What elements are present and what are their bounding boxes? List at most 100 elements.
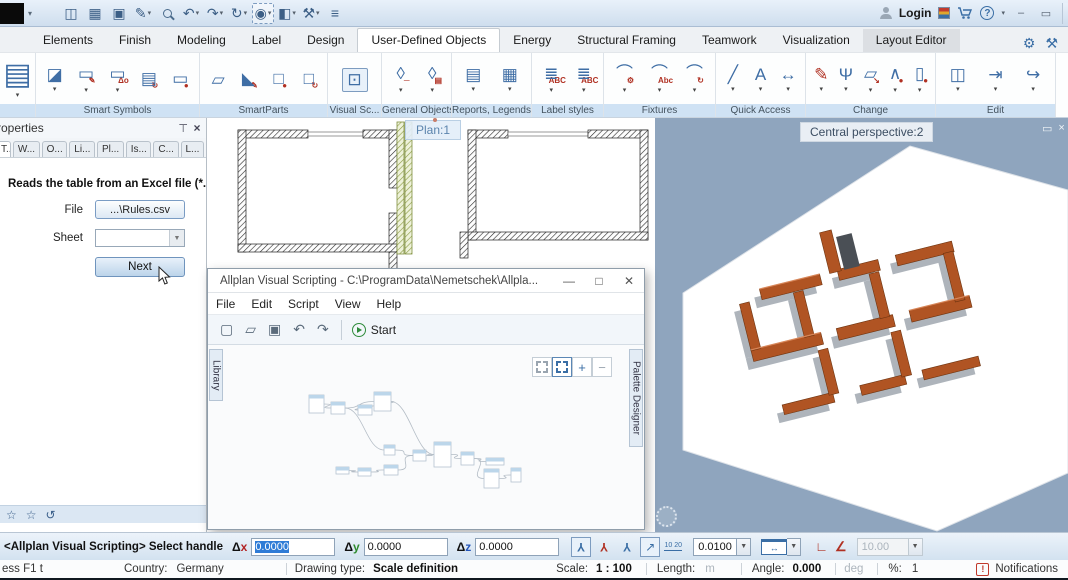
viewport-3d-icon[interactable]: ◫ bbox=[60, 3, 82, 24]
dropdown-caret-icon[interactable]: ▾ bbox=[53, 85, 57, 93]
snap-point-icon[interactable]: ↗ bbox=[640, 537, 660, 557]
dropdown-caret-icon[interactable]: ▾ bbox=[623, 86, 627, 94]
smart-symbol-icon[interactable]: ◪▾ bbox=[42, 66, 68, 93]
menu-help[interactable]: Help bbox=[369, 297, 410, 311]
zoom-out-button[interactable]: − bbox=[592, 357, 612, 377]
offset-combo[interactable]: ↔ ▼ bbox=[761, 538, 801, 556]
perspective-view-label[interactable]: Central perspective:2 bbox=[800, 122, 933, 142]
login-button[interactable]: Login bbox=[899, 6, 932, 20]
help-caret-icon[interactable]: ▾ bbox=[1001, 9, 1005, 17]
visual-scripting-icon[interactable]: ⊡ bbox=[342, 68, 368, 92]
ribbon-tab-energy[interactable]: Energy bbox=[500, 29, 564, 52]
dropdown-caret-icon[interactable]: ▾ bbox=[508, 85, 512, 93]
smart-symbol-scale-icon[interactable]: ▭Δo▾ bbox=[104, 65, 130, 94]
dropdown-caret-icon[interactable]: ▾ bbox=[731, 85, 735, 93]
sheet-select[interactable]: ▼ bbox=[95, 229, 185, 247]
dropdown-caret-icon[interactable]: ▾ bbox=[116, 86, 120, 94]
symbol-swap-icon[interactable]: ▭● bbox=[167, 70, 193, 90]
ribbon-tools-icon[interactable]: ⚒ bbox=[1045, 35, 1058, 52]
label-style-icon[interactable]: ≣ABC▾ bbox=[538, 65, 564, 94]
modify-wall-icon[interactable]: ▯●▾ bbox=[907, 65, 932, 94]
new-script-icon[interactable]: ▢ bbox=[220, 321, 233, 338]
viewport-close-icon[interactable]: × bbox=[1058, 122, 1064, 135]
delta-x-input[interactable]: 0.0000 bbox=[251, 538, 335, 556]
dropdown-caret-icon[interactable]: ▾ bbox=[844, 85, 848, 93]
angle-dropdown-icon[interactable]: ▼ bbox=[909, 538, 923, 556]
ribbon-tab-structural-framing[interactable]: Structural Framing bbox=[564, 29, 689, 52]
dropdown-caret-icon[interactable]: ▾ bbox=[16, 91, 20, 99]
percent-value[interactable]: 1 bbox=[912, 563, 918, 575]
update-loop-icon[interactable]: ↻▾ bbox=[228, 3, 250, 24]
palette-icon[interactable] bbox=[938, 7, 950, 19]
fixture-label-icon[interactable]: ⌒Abc▾ bbox=[647, 65, 673, 94]
modify-smartpart-icon[interactable]: ◣✎ bbox=[235, 70, 261, 90]
perspective-view-canvas[interactable] bbox=[655, 118, 1068, 532]
undo-icon[interactable]: ↶ bbox=[293, 321, 305, 338]
properties-tab-li[interactable]: Li... bbox=[69, 141, 95, 157]
ribbon-tab-visualization[interactable]: Visualization bbox=[770, 29, 863, 52]
dropdown-caret-icon[interactable]: ▾ bbox=[893, 86, 897, 94]
edit-points-icon[interactable]: Ψ▾ bbox=[834, 66, 859, 93]
dropdown-caret-icon[interactable]: ▾ bbox=[244, 9, 248, 17]
script-node[interactable] bbox=[434, 442, 451, 467]
menu-file[interactable]: File bbox=[208, 297, 243, 311]
project-building-icon[interactable]: ▤▾ bbox=[5, 60, 31, 99]
dropdown-caret-icon[interactable]: ▾ bbox=[1031, 85, 1035, 93]
right-angle-icon[interactable]: ∟ bbox=[815, 539, 828, 555]
close-button[interactable] bbox=[1062, 3, 1068, 24]
delta-z-input[interactable]: 0.0000 bbox=[475, 538, 559, 556]
rotate-icon[interactable]: ↪▾ bbox=[1020, 66, 1046, 93]
tag-attributes-icon[interactable]: ◊─▾ bbox=[388, 65, 414, 94]
menu-edit[interactable]: Edit bbox=[243, 297, 280, 311]
plan-view-label[interactable]: Plan:1 bbox=[405, 120, 461, 140]
dropdown-caret-icon[interactable]: ▾ bbox=[84, 86, 88, 94]
angle-arc-icon[interactable]: ∠ bbox=[835, 539, 847, 555]
delta-y-input[interactable]: 0.0000 bbox=[364, 538, 448, 556]
angle-input-icon[interactable]: Y bbox=[594, 537, 614, 557]
label-style-edit-icon[interactable]: ≣ABC▾ bbox=[571, 65, 597, 94]
move-icon[interactable]: ⇥▾ bbox=[982, 66, 1008, 93]
menu-script[interactable]: Script bbox=[280, 297, 327, 311]
dialog-maximize-button[interactable]: □ bbox=[584, 274, 614, 288]
zoom-fit-button[interactable] bbox=[552, 357, 572, 377]
properties-tab-t[interactable]: T... bbox=[0, 141, 11, 157]
undo-icon[interactable]: ↶▾ bbox=[180, 3, 202, 24]
navigation-compass[interactable] bbox=[656, 506, 677, 527]
edit-icon[interactable]: ✎▾ bbox=[132, 3, 154, 24]
open-script-icon[interactable]: ▱ bbox=[245, 321, 256, 338]
smartpart-cube-icon[interactable]: □● bbox=[266, 70, 292, 90]
snap-dropdown-icon[interactable]: ▼ bbox=[737, 538, 751, 556]
ribbon-tab-elements[interactable]: Elements bbox=[30, 29, 106, 52]
properties-tab-w[interactable]: W... bbox=[13, 141, 40, 157]
dialog-minimize-button[interactable]: — bbox=[554, 274, 584, 288]
ribbon-tab-design[interactable]: Design bbox=[294, 29, 357, 52]
script-canvas[interactable]: + − bbox=[208, 345, 644, 529]
file-button[interactable]: ...\Rules.csv bbox=[95, 200, 185, 219]
drawing-type-value[interactable]: Scale definition bbox=[373, 563, 458, 575]
coordinate-tripod-icon[interactable]: Y bbox=[571, 537, 591, 557]
dropdown-caret-icon[interactable]: ▾ bbox=[658, 86, 662, 94]
dropdown-caret-icon[interactable]: ▾ bbox=[196, 9, 200, 17]
fixture-update-icon[interactable]: ⌒↻▾ bbox=[682, 65, 708, 94]
text-icon[interactable]: A▾ bbox=[747, 66, 773, 93]
save-script-icon[interactable]: ▣ bbox=[268, 321, 281, 338]
properties-tab-l[interactable]: L... bbox=[181, 141, 205, 157]
dropdown-caret-icon[interactable]: ▾ bbox=[759, 85, 763, 93]
close-panel-icon[interactable]: × bbox=[188, 121, 206, 135]
save-icon[interactable]: ▣ bbox=[108, 3, 130, 24]
library-tab[interactable]: Library bbox=[209, 349, 223, 401]
dropdown-caret-icon[interactable]: ▾ bbox=[693, 86, 697, 94]
smartpart-folder-icon[interactable]: ▱ bbox=[205, 71, 231, 89]
copy-icon[interactable]: ◫▾ bbox=[945, 66, 971, 93]
dropdown-caret-icon[interactable]: ▾ bbox=[316, 9, 320, 17]
stretch-entities-icon[interactable]: ▱↘▾ bbox=[858, 65, 883, 94]
modify-smart-symbol-icon[interactable]: ▭✎▾ bbox=[73, 65, 99, 94]
dropdown-caret-icon[interactable]: ▾ bbox=[582, 86, 586, 94]
ribbon-tab-finish[interactable]: Finish bbox=[106, 29, 164, 52]
symbol-catalog-icon[interactable]: ▤↻ bbox=[136, 70, 162, 90]
edit-pencil-icon[interactable]: ✎▾ bbox=[809, 66, 834, 93]
tools-icon[interactable]: ⚒▾ bbox=[300, 3, 322, 24]
angle-value[interactable]: 0.000 bbox=[792, 563, 821, 575]
zoom-selection-button[interactable] bbox=[532, 357, 552, 377]
legend-doc-icon[interactable]: ▦▾ bbox=[497, 66, 523, 93]
